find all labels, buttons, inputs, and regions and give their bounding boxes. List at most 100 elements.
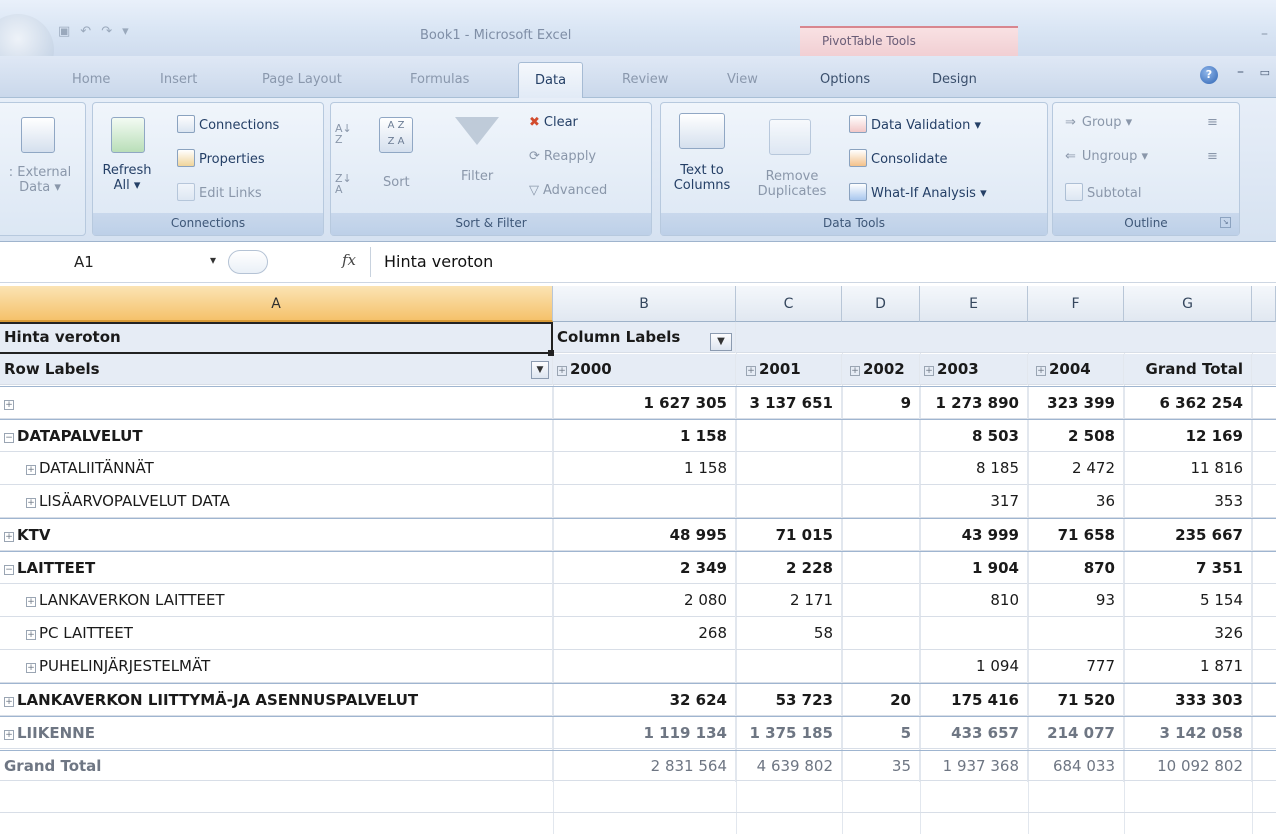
column-labels-cell[interactable]: Column Labels: [553, 322, 736, 353]
value-cell[interactable]: 7 351: [1124, 552, 1252, 585]
value-cell[interactable]: 1 627 305: [553, 387, 736, 420]
row-label-cell[interactable]: − DATAPALVELUT: [0, 420, 553, 453]
grand-total-2001[interactable]: 4 639 802: [736, 751, 842, 782]
value-cell[interactable]: 53 723: [736, 684, 842, 717]
column-header-a[interactable]: A: [0, 286, 553, 322]
tab-insert[interactable]: Insert: [160, 72, 197, 87]
row-label-cell[interactable]: + LISÄARVOPALVELUT DATA: [0, 485, 553, 518]
sort-z-to-a-button[interactable]: Z↓ A: [335, 173, 352, 195]
value-cell[interactable]: [842, 584, 920, 617]
value-cell[interactable]: 6 362 254: [1124, 387, 1252, 420]
value-cell[interactable]: 5 154: [1124, 584, 1252, 617]
help-icon[interactable]: ?: [1200, 66, 1218, 84]
expand-icon[interactable]: +: [4, 400, 14, 410]
subtotal-button[interactable]: Subtotal: [1065, 183, 1141, 201]
row-label-cell[interactable]: +: [0, 387, 553, 420]
value-cell[interactable]: [920, 617, 1028, 650]
expand-icon[interactable]: +: [4, 532, 14, 542]
value-cell[interactable]: 2 228: [736, 552, 842, 585]
year-header-2004[interactable]: +2004: [1028, 354, 1124, 385]
value-cell[interactable]: 9: [842, 387, 920, 420]
formula-input[interactable]: Hinta veroton: [384, 252, 493, 271]
year-header-2000[interactable]: +2000: [553, 354, 736, 385]
data-validation-button[interactable]: Data Validation ▾: [849, 115, 981, 133]
column-header-b[interactable]: B: [553, 286, 736, 322]
clear-button[interactable]: ✖ Clear: [529, 115, 578, 130]
value-cell[interactable]: [736, 452, 842, 485]
empty-row[interactable]: [0, 782, 1276, 813]
value-cell[interactable]: [842, 519, 920, 552]
value-cell[interactable]: 8 185: [920, 452, 1028, 485]
column-header-e[interactable]: E: [920, 286, 1028, 322]
ungroup-button[interactable]: ⇐ Ungroup ▾: [1065, 149, 1148, 164]
column-header-f[interactable]: F: [1028, 286, 1124, 322]
expand-icon[interactable]: +: [1036, 366, 1046, 376]
value-cell[interactable]: 5: [842, 717, 920, 750]
restore-window-icon[interactable]: ▭: [1260, 66, 1270, 79]
value-cell[interactable]: 43 999: [920, 519, 1028, 552]
customize-qat-icon[interactable]: ▾: [122, 24, 129, 39]
remove-duplicates-button[interactable]: Remove Duplicates: [747, 169, 837, 199]
value-cell[interactable]: 71 015: [736, 519, 842, 552]
properties-button[interactable]: Properties: [177, 149, 265, 167]
row-labels-dropdown-icon[interactable]: ▼: [531, 361, 549, 379]
group-button[interactable]: ⇒ Group ▾: [1065, 115, 1132, 130]
value-cell[interactable]: 93: [1028, 584, 1124, 617]
year-header-2003[interactable]: +2003: [920, 354, 1028, 385]
collapse-icon[interactable]: −: [4, 433, 14, 443]
value-cell[interactable]: 810: [920, 584, 1028, 617]
value-cell[interactable]: 1 158: [553, 420, 736, 453]
undo-icon[interactable]: ↶: [80, 24, 91, 39]
grand-total-2002[interactable]: 35: [842, 751, 920, 782]
value-cell[interactable]: [1028, 617, 1124, 650]
text-to-columns-button[interactable]: Text to Columns: [665, 163, 739, 193]
value-cell[interactable]: 323 399: [1028, 387, 1124, 420]
value-cell[interactable]: 235 667: [1124, 519, 1252, 552]
value-cell[interactable]: 433 657: [920, 717, 1028, 750]
expand-icon[interactable]: +: [4, 730, 14, 740]
value-cell[interactable]: 353: [1124, 485, 1252, 518]
collapse-icon[interactable]: −: [4, 565, 14, 575]
expand-icon[interactable]: +: [850, 366, 860, 376]
tab-data[interactable]: Data: [518, 62, 584, 99]
value-cell[interactable]: 333 303: [1124, 684, 1252, 717]
expand-icon[interactable]: +: [924, 366, 934, 376]
save-icon[interactable]: ▣: [58, 24, 70, 39]
row-label-cell[interactable]: + LANKAVERKON LIITTYMÄ-JA ASENNUSPALVELUT: [0, 684, 553, 717]
value-cell[interactable]: 2 472: [1028, 452, 1124, 485]
value-cell[interactable]: 32 624: [553, 684, 736, 717]
value-cell[interactable]: [553, 650, 736, 683]
column-labels-filter-icon[interactable]: ▼: [710, 333, 732, 351]
value-cell[interactable]: 1 904: [920, 552, 1028, 585]
value-cell[interactable]: 20: [842, 684, 920, 717]
value-cell[interactable]: 2 508: [1028, 420, 1124, 453]
value-cell[interactable]: 1 094: [920, 650, 1028, 683]
value-cell[interactable]: 11 816: [1124, 452, 1252, 485]
value-cell[interactable]: 58: [736, 617, 842, 650]
expand-icon[interactable]: +: [4, 697, 14, 707]
connections-button[interactable]: Connections: [177, 115, 279, 133]
value-cell[interactable]: 1 158: [553, 452, 736, 485]
ribbon-minimize-icon[interactable]: –: [1237, 64, 1244, 80]
value-cell[interactable]: [842, 452, 920, 485]
tab-formulas[interactable]: Formulas: [410, 72, 469, 87]
row-label-cell[interactable]: + PC LAITTEET: [0, 617, 553, 650]
year-header-2002[interactable]: +2002: [842, 354, 920, 385]
consolidate-button[interactable]: Consolidate: [849, 149, 948, 167]
year-header-2001[interactable]: +2001: [736, 354, 842, 385]
row-label-cell[interactable]: + LANKAVERKON LAITTEET: [0, 584, 553, 617]
column-header-d[interactable]: D: [842, 286, 920, 322]
value-cell[interactable]: 48 995: [553, 519, 736, 552]
value-cell[interactable]: [736, 485, 842, 518]
grand-total-2000[interactable]: 2 831 564: [553, 751, 736, 782]
column-header-c[interactable]: C: [736, 286, 842, 322]
value-cell[interactable]: [842, 420, 920, 453]
hide-detail-icon[interactable]: ≡: [1207, 149, 1218, 164]
tab-page-layout[interactable]: Page Layout: [262, 72, 342, 87]
value-cell[interactable]: 268: [553, 617, 736, 650]
refresh-all-button[interactable]: Refresh All ▾: [97, 163, 157, 193]
value-cell[interactable]: 2 349: [553, 552, 736, 585]
tab-design[interactable]: Design: [932, 72, 977, 87]
minimize-window-icon[interactable]: –: [1261, 26, 1268, 42]
tab-home[interactable]: Home: [72, 72, 110, 87]
